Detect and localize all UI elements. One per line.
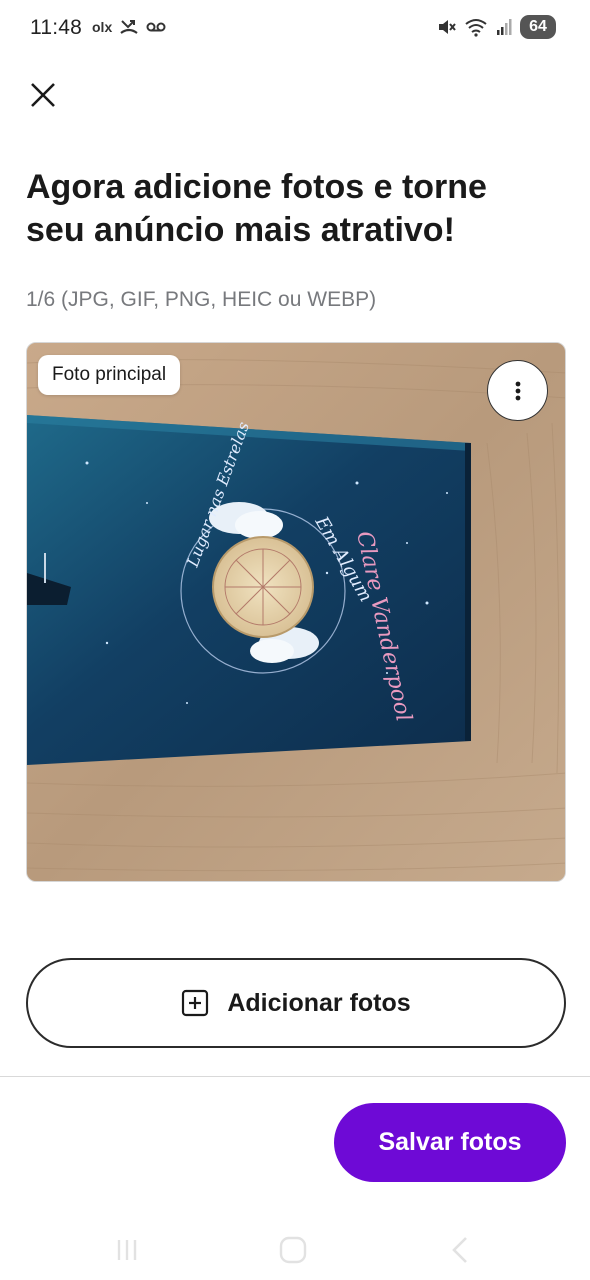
add-photos-button[interactable]: Adicionar fotos <box>26 958 566 1048</box>
footer-divider <box>0 1076 590 1077</box>
back-button[interactable] <box>440 1230 480 1270</box>
home-icon <box>279 1236 307 1264</box>
save-photos-label: Salvar fotos <box>378 1128 522 1156</box>
mute-icon <box>439 20 456 34</box>
add-photos-label: Adicionar fotos <box>227 988 411 1017</box>
plus-square-icon <box>182 989 209 1017</box>
recents-icon <box>117 1240 137 1260</box>
book-photo: Clare Vanderpool Em Algum Lugar nas Estr… <box>27 343 565 881</box>
save-photos-button[interactable]: Salvar fotos <box>334 1103 566 1182</box>
signal-icon <box>497 19 512 35</box>
system-nav-bar <box>0 1210 590 1280</box>
main-photo-card[interactable]: Clare Vanderpool Em Algum Lugar nas Estr… <box>26 342 566 882</box>
battery-level: 64 <box>520 15 556 39</box>
more-vertical-icon <box>515 381 520 400</box>
system-icons: 64 <box>436 15 556 39</box>
photo-count-subtitle: 1/6 (JPG, GIF, PNG, HEIC ou WEBP) <box>26 288 377 311</box>
notification-icons: olx <box>92 19 166 35</box>
missed-call-icon <box>120 20 138 34</box>
wifi-icon <box>465 19 487 37</box>
voicemail-icon <box>146 22 166 32</box>
status-bar: 11:48 olx 64 <box>0 0 590 58</box>
recents-button[interactable] <box>107 1230 147 1270</box>
status-time: 11:48 <box>30 16 82 39</box>
main-photo-badge: Foto principal <box>38 355 181 395</box>
page-title: Agora adicione fotos e torne seu anúncio… <box>26 168 487 249</box>
close-button[interactable] <box>26 78 60 112</box>
close-icon <box>31 83 55 107</box>
olx-notification-icon: olx <box>92 19 113 35</box>
home-button[interactable] <box>273 1230 313 1270</box>
back-icon <box>452 1237 467 1263</box>
photo-options-button[interactable] <box>487 360 548 421</box>
